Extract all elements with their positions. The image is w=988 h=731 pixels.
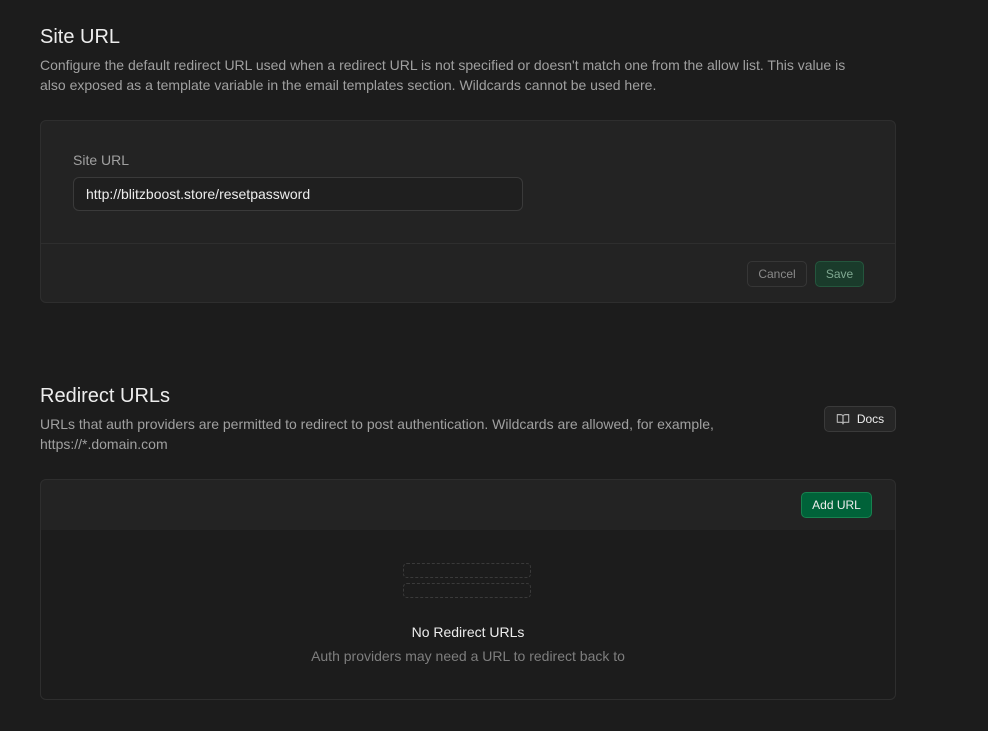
site-url-card: Site URL Cancel Save: [40, 120, 896, 303]
save-button[interactable]: Save: [815, 261, 864, 287]
redirect-urls-description: URLs that auth providers are permitted t…: [40, 416, 714, 452]
cancel-button[interactable]: Cancel: [747, 261, 807, 287]
placeholder-row: [403, 583, 531, 598]
redirect-urls-empty-state: No Redirect URLs Auth providers may need…: [40, 530, 896, 700]
site-url-title: Site URL: [40, 26, 121, 48]
book-open-icon: [836, 412, 850, 426]
docs-button[interactable]: Docs: [824, 406, 896, 432]
redirect-urls-title: Redirect URLs: [40, 385, 171, 407]
placeholder-row: [403, 563, 531, 578]
card-divider: [41, 243, 895, 244]
empty-state-title: No Redirect URLs: [411, 624, 525, 640]
redirect-urls-toolbar: Add URL: [40, 479, 896, 531]
empty-state-description: Auth providers may need a URL to redirec…: [311, 648, 625, 664]
auth-url-configuration-page: Site URL Configure the default redirect …: [0, 0, 988, 731]
add-url-button[interactable]: Add URL: [801, 492, 872, 518]
site-url-input[interactable]: [73, 177, 523, 211]
site-url-description: Configure the default redirect URL used …: [40, 57, 846, 93]
site-url-field-label: Site URL: [73, 152, 130, 168]
docs-label: Docs: [856, 412, 885, 426]
